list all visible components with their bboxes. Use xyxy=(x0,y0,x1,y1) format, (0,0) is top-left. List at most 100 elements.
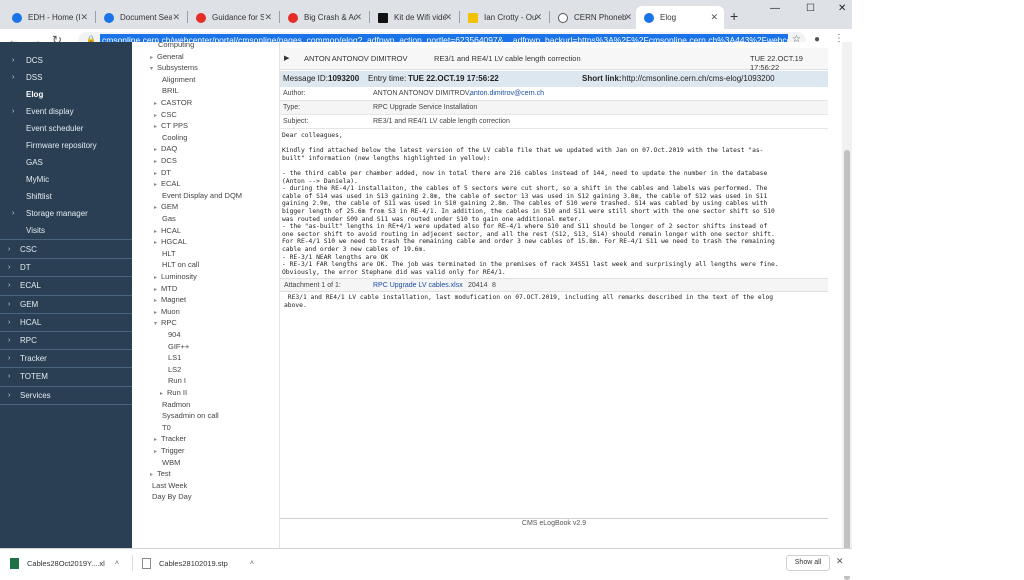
caret-down-icon[interactable]: ▾ xyxy=(150,66,153,72)
tree-node[interactable]: Alignment xyxy=(162,74,195,86)
tree-node[interactable]: ▸ General xyxy=(150,51,184,63)
nav-section[interactable]: › ECAL xyxy=(0,277,132,294)
caret-right-icon[interactable]: ▸ xyxy=(150,472,153,478)
tree-node[interactable]: Day By Day xyxy=(152,491,192,503)
tree-node[interactable]: ▾ Subsystems xyxy=(150,62,198,74)
tree-node[interactable]: ▸ Muon xyxy=(154,306,180,318)
tree-node[interactable]: ▸ DAQ xyxy=(154,143,177,155)
nav-item[interactable]: MyMic xyxy=(0,171,132,188)
tree-node[interactable]: Last Week xyxy=(152,480,187,492)
nav-item[interactable]: › DCS xyxy=(0,52,132,69)
tree-node[interactable]: ▸ Tracker xyxy=(154,433,186,445)
maximize-icon[interactable]: ☐ xyxy=(806,3,815,14)
caret-right-icon[interactable]: ▸ xyxy=(154,287,157,293)
caret-right-icon[interactable]: ▸ xyxy=(154,101,157,107)
caret-right-icon[interactable]: ▸ xyxy=(154,310,157,316)
tree-node[interactable]: Event Display and DQM xyxy=(162,190,242,202)
chevron-up-icon[interactable]: ˄ xyxy=(115,560,119,567)
nav-section[interactable]: › RPC xyxy=(0,332,132,349)
caret-right-icon[interactable]: ▸ xyxy=(154,182,157,188)
browser-tab[interactable]: Document Search ✕ xyxy=(96,6,186,29)
tree-node[interactable]: HLT xyxy=(162,248,176,260)
tree-node[interactable]: ▸ Run II xyxy=(160,387,187,399)
tree-node[interactable]: ▸ CSC xyxy=(154,109,177,121)
nav-section[interactable]: › CSC xyxy=(0,241,132,258)
chevron-up-icon[interactable]: ˄ xyxy=(250,560,254,567)
tree-node[interactable]: 904 xyxy=(168,329,181,341)
tab-close-icon[interactable]: ✕ xyxy=(444,12,452,23)
caret-right-icon[interactable]: ▸ xyxy=(154,171,157,177)
browser-tab[interactable]: Ian Crotty - Outl ✕ xyxy=(460,6,548,29)
caret-right-icon[interactable]: ▸ xyxy=(154,159,157,165)
tree-node[interactable]: ▸ Test xyxy=(150,468,171,480)
tab-close-icon[interactable]: ✕ xyxy=(354,12,362,23)
tab-close-icon[interactable]: ✕ xyxy=(172,12,180,23)
caret-down-icon[interactable]: ▾ xyxy=(154,321,157,327)
tree-node[interactable]: Run I xyxy=(168,375,186,387)
show-all-downloads-button[interactable]: Show all xyxy=(786,555,830,571)
browser-tab[interactable]: Big Crash & Acti ✕ xyxy=(280,6,368,29)
caret-right-icon[interactable]: ▸ xyxy=(154,229,157,235)
tree-node[interactable]: ▸ DT xyxy=(154,167,171,179)
close-window-icon[interactable]: ✕ xyxy=(838,3,846,14)
tree-node[interactable]: ▸ MTD xyxy=(154,283,177,295)
nav-section[interactable]: › HCAL xyxy=(0,314,132,331)
caret-right-icon[interactable]: ▸ xyxy=(150,55,153,61)
nav-item[interactable]: › DSS xyxy=(0,69,132,86)
tree-node[interactable]: ▸ CT PPS xyxy=(154,120,188,132)
browser-tab[interactable]: EDH - Home (Iw ✕ xyxy=(4,6,94,29)
caret-right-icon[interactable]: ▸ xyxy=(154,113,157,119)
tree-node[interactable]: GIF++ xyxy=(168,341,189,353)
close-downloads-icon[interactable]: ✕ xyxy=(836,556,844,567)
tree-node[interactable]: ▸ GEM xyxy=(154,201,178,213)
browser-tab[interactable]: Kit de Wifi vidéo ✕ xyxy=(370,6,458,29)
caret-right-icon[interactable]: ▸ xyxy=(160,391,163,397)
tree-node[interactable]: ▸ DCS xyxy=(154,155,177,167)
browser-tab[interactable]: Guidance for SZ ✕ xyxy=(188,6,278,29)
entry-header-row[interactable]: ▶ ANTON ANTONOV DIMITROV RE3/1 and RE4/1… xyxy=(280,48,828,72)
nav-item[interactable]: Firmware repository xyxy=(0,137,132,154)
attachment-link[interactable]: RPC Upgrade LV cables.xlsx xyxy=(373,279,463,293)
short-link[interactable]: http://cmsonline.cern.ch/cms-elog/109320… xyxy=(622,71,775,87)
tree-node[interactable]: HLT on call xyxy=(162,259,199,271)
nav-item[interactable]: Shiftlist xyxy=(0,188,132,205)
author-email-link[interactable]: anton.dimitrov@cern.ch xyxy=(470,87,544,101)
nav-section[interactable]: › Services xyxy=(0,387,132,404)
tree-node[interactable]: ▾ RPC xyxy=(154,317,177,329)
tree-node[interactable]: ▸ Magnet xyxy=(154,294,186,306)
caret-right-icon[interactable]: ▸ xyxy=(154,124,157,130)
tree-node[interactable]: Gas xyxy=(162,213,176,225)
tab-close-icon[interactable]: ✕ xyxy=(80,12,88,23)
tree-node[interactable]: ▸ CASTOR xyxy=(154,97,192,109)
tree-node[interactable]: WBM xyxy=(162,457,180,469)
nav-item[interactable]: Elog xyxy=(0,86,132,103)
browser-tab[interactable]: CERN Phonebook ✕ xyxy=(550,6,638,29)
scrollbar-thumb[interactable] xyxy=(844,150,850,580)
nav-section[interactable]: › TOTEM xyxy=(0,368,132,385)
nav-item[interactable]: Event scheduler xyxy=(0,120,132,137)
tree-node[interactable]: Cooling xyxy=(162,132,187,144)
caret-right-icon[interactable]: ▸ xyxy=(154,240,157,246)
tree-node[interactable]: LS1 xyxy=(168,352,181,364)
download-item[interactable]: Cables28Oct2019Y....xl ˄ xyxy=(10,555,119,571)
caret-right-icon[interactable]: ▸ xyxy=(154,275,157,281)
tree-node[interactable]: ▸ ECAL xyxy=(154,178,181,190)
nav-section[interactable]: › DT xyxy=(0,259,132,276)
tree-node[interactable]: Radmon xyxy=(162,399,190,411)
tab-close-icon[interactable]: ✕ xyxy=(534,12,542,23)
caret-right-icon[interactable]: ▸ xyxy=(154,449,157,455)
tree-node[interactable]: Sysadmin on call xyxy=(162,410,219,422)
tree-node[interactable]: ▸ HGCAL xyxy=(154,236,187,248)
tab-close-icon[interactable]: ✕ xyxy=(710,12,718,23)
tree-node[interactable]: ▸ HCAL xyxy=(154,225,181,237)
caret-right-icon[interactable]: ▸ xyxy=(154,147,157,153)
nav-section[interactable]: › Tracker xyxy=(0,350,132,367)
tree-node[interactable]: T0 xyxy=(162,422,171,434)
expand-triangle-icon[interactable]: ▶ xyxy=(284,54,289,62)
caret-right-icon[interactable]: ▸ xyxy=(154,205,157,211)
download-item[interactable]: Cables28102019.stp ˄ xyxy=(142,555,254,571)
tab-close-icon[interactable]: ✕ xyxy=(624,12,632,23)
browser-tab-active[interactable]: Elog ✕ xyxy=(636,6,724,29)
nav-item[interactable]: › Storage manager xyxy=(0,205,132,222)
tree-node[interactable]: ▸ Luminosity xyxy=(154,271,197,283)
